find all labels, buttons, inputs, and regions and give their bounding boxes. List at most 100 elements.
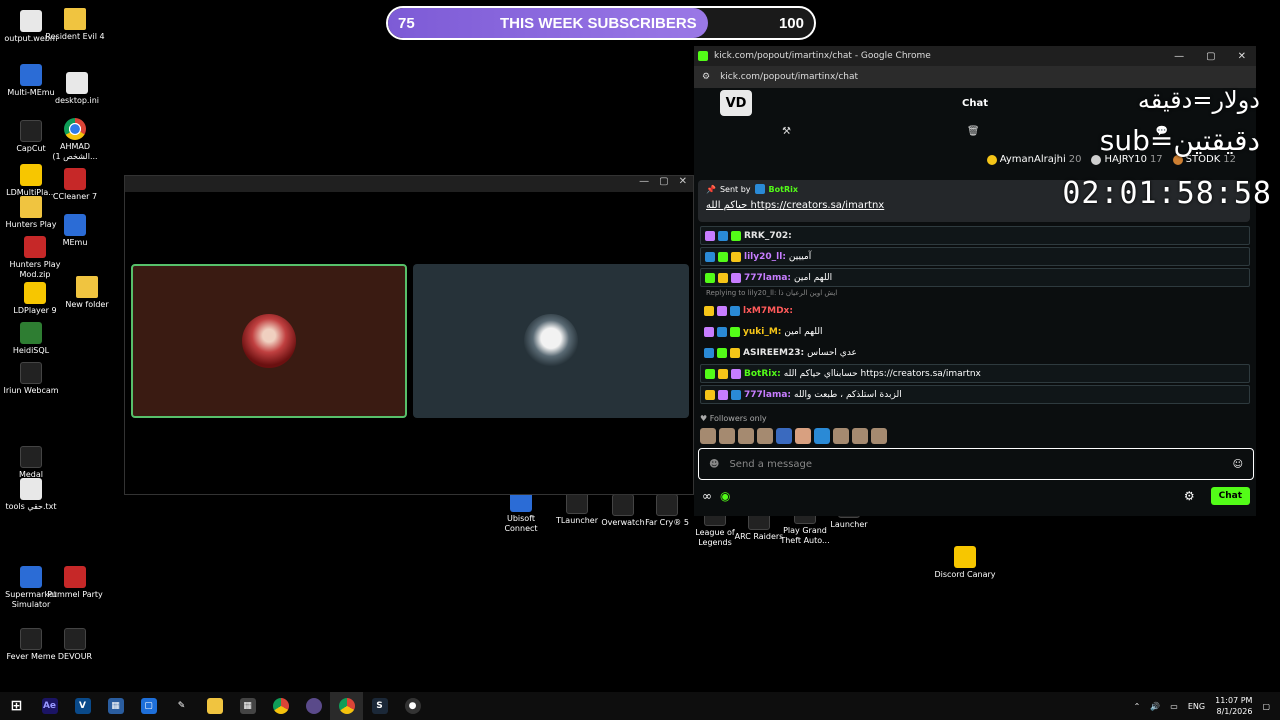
- doc-icon: [20, 10, 42, 32]
- chrome-icon[interactable]: [264, 692, 297, 720]
- window-app-icon[interactable]: ▢: [132, 692, 165, 720]
- subscriber-target: 100: [778, 15, 804, 32]
- chat-username[interactable]: BotRix:: [744, 369, 781, 379]
- pinned-link[interactable]: https://creators.sa/imartnx: [751, 200, 885, 211]
- close-button[interactable]: ✕: [679, 176, 687, 192]
- chat-username[interactable]: lily20_ll:: [744, 252, 786, 262]
- emote[interactable]: [871, 428, 887, 444]
- url-text[interactable]: kick.com/popout/imartinx/chat: [720, 72, 858, 82]
- chat-text: اللهم امين: [794, 272, 833, 283]
- folder-icon: [64, 8, 86, 30]
- emote[interactable]: [833, 428, 849, 444]
- emote[interactable]: [719, 428, 735, 444]
- hammer-icon[interactable]: ⚒: [782, 126, 791, 144]
- top-gifter[interactable]: AymanAlrajhi 20: [986, 154, 1081, 165]
- desktop-icon[interactable]: desktop.ini: [46, 72, 108, 106]
- user-badge-icon: [731, 272, 741, 283]
- desktop-icon-label: Pummel Party: [47, 590, 103, 599]
- smiley-icon[interactable]: ☻: [709, 459, 719, 470]
- chat-message[interactable]: BotRix: حسابنااي حياكم الله https://creat…: [700, 364, 1250, 383]
- chat-username[interactable]: yuki_M:: [743, 327, 781, 337]
- desktop-icon[interactable]: Resident Evil 4: [44, 8, 106, 42]
- trash-icon[interactable]: 🗑: [967, 126, 980, 144]
- user-badge-icon: [717, 305, 727, 316]
- minimize-button[interactable]: —: [1174, 51, 1184, 62]
- notification-icon[interactable]: ▢: [1262, 702, 1270, 711]
- chat-message[interactable]: RRK_702:: [700, 226, 1250, 245]
- emote[interactable]: [776, 428, 792, 444]
- user-badge-icon: [705, 272, 715, 283]
- maximize-button[interactable]: ▢: [659, 176, 668, 192]
- chat-message[interactable]: 777lama: الزبدة استلذكم ، طبعت والله: [700, 385, 1250, 404]
- emoji-icon[interactable]: ☺: [1233, 459, 1243, 470]
- chat-message[interactable]: lily20_ll: آمييين: [700, 247, 1250, 266]
- maximize-button[interactable]: ▢: [1206, 51, 1215, 62]
- chat-message[interactable]: ASIREEM23: عدي احساس: [700, 343, 1250, 362]
- chat-input-placeholder[interactable]: Send a message: [729, 459, 812, 470]
- user-badge-icon: [717, 347, 727, 358]
- language-indicator[interactable]: ENG: [1188, 702, 1205, 711]
- desktop-icon[interactable]: tools حقي.txt: [0, 478, 62, 512]
- user-badge-icon: [730, 347, 740, 358]
- chat-username[interactable]: lxM7MDx:: [743, 306, 793, 316]
- participant-tile-2[interactable]: [413, 264, 689, 418]
- chat-username[interactable]: 777lama:: [744, 390, 791, 400]
- desktop-icon[interactable]: Medal: [0, 446, 62, 480]
- desktop-icon[interactable]: DEVOUR: [44, 628, 106, 662]
- participant-tile-1[interactable]: [131, 264, 407, 418]
- kick-coin-icon[interactable]: ◉: [720, 489, 730, 503]
- chat-input[interactable]: ☻ Send a message ☺: [698, 448, 1254, 480]
- emote[interactable]: [757, 428, 773, 444]
- chrome-profile-icon[interactable]: [297, 692, 330, 720]
- followers-only-label: Followers only: [709, 414, 767, 423]
- desktop-icon[interactable]: Iriun Webcam: [0, 362, 62, 396]
- desktop-icon[interactable]: Discord Canary: [934, 546, 996, 580]
- chrome-popout-window: kick.com/popout/imartinx/chat - Google C…: [694, 46, 1256, 516]
- start-button[interactable]: ⊞: [0, 692, 33, 720]
- after-effects-icon[interactable]: Ae: [33, 692, 66, 720]
- address-bar[interactable]: ⚙ kick.com/popout/imartinx/chat: [694, 66, 1256, 88]
- chat-send-button[interactable]: Chat: [1210, 487, 1250, 505]
- settings-gear-icon[interactable]: ⚙: [1184, 489, 1195, 503]
- minimize-button[interactable]: —: [639, 176, 649, 192]
- obs-icon[interactable]: ●: [396, 692, 429, 720]
- emote[interactable]: [814, 428, 830, 444]
- reply-context[interactable]: Replying to lily20_ll: ايش اوين الرعيان …: [700, 289, 1250, 301]
- chevron-up-icon[interactable]: ⌃: [1134, 702, 1141, 711]
- clock[interactable]: 11:07 PM 8/1/2026: [1215, 695, 1252, 717]
- desktop-icon[interactable]: Hunters Play Mod.zip: [4, 236, 66, 280]
- vegas-icon[interactable]: V: [66, 692, 99, 720]
- chat-username[interactable]: 777lama:: [744, 273, 791, 283]
- chat-message[interactable]: lxM7MDx:: [700, 301, 1250, 320]
- chat-username[interactable]: RRK_702:: [744, 231, 792, 241]
- tool-icon[interactable]: ✎: [165, 692, 198, 720]
- desktop-icon-label: Iriun Webcam: [3, 386, 59, 395]
- chat-message[interactable]: yuki_M: اللهم امين: [700, 322, 1250, 341]
- desktop-icon[interactable]: Ubisoft Connect: [490, 490, 552, 534]
- site-info-icon[interactable]: ⚙: [702, 72, 710, 82]
- chat-message[interactable]: 777lama: اللهم امين: [700, 268, 1250, 287]
- chat-text: اللهم امين: [784, 326, 823, 337]
- kick-icon: [698, 51, 708, 61]
- store-icon[interactable]: ▦: [231, 692, 264, 720]
- points-icon[interactable]: ∞: [702, 489, 712, 503]
- emote[interactable]: [795, 428, 811, 444]
- volume-icon[interactable]: 🔊: [1150, 702, 1160, 711]
- dark-icon: [20, 362, 42, 384]
- emote[interactable]: [738, 428, 754, 444]
- chat-username[interactable]: ASIREEM23:: [743, 348, 804, 358]
- close-button[interactable]: ✕: [1238, 51, 1246, 62]
- calculator-icon[interactable]: ▦: [99, 692, 132, 720]
- desktop-icon[interactable]: HeidiSQL: [0, 322, 62, 356]
- desktop-icon[interactable]: New folder: [56, 276, 118, 310]
- steam-icon[interactable]: S: [363, 692, 396, 720]
- desktop-icon[interactable]: Pummel Party: [44, 566, 106, 600]
- desktop-icon[interactable]: AHMAD (الشخص 1...: [44, 118, 106, 162]
- emote[interactable]: [700, 428, 716, 444]
- emote[interactable]: [852, 428, 868, 444]
- chrome-active-icon[interactable]: [330, 692, 363, 720]
- file-explorer-icon[interactable]: [198, 692, 231, 720]
- network-icon[interactable]: ▭: [1170, 702, 1178, 711]
- desktop-icon-label: tools حقي.txt: [5, 502, 57, 511]
- folder-icon: [20, 196, 42, 218]
